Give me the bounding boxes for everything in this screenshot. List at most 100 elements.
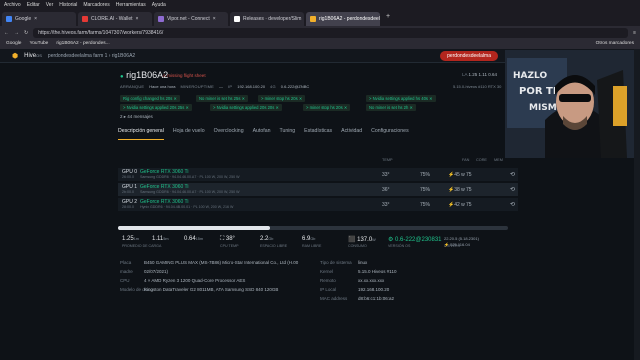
menu-item[interactable]: Editar: [27, 2, 40, 8]
stat-label: CPU TEMP: [220, 244, 239, 248]
svg-text:POR TI: POR TI: [519, 86, 557, 97]
tab-favicon-icon: [6, 16, 12, 22]
menu-item[interactable]: Historial: [59, 2, 77, 8]
stat-item: 0.6415m: [184, 236, 203, 242]
gpu-fan-icon[interactable]: ⟲: [510, 201, 515, 208]
gpu-power: ⚡45 w: [448, 172, 465, 178]
bookmark[interactable]: rig1B06A2 - perdondes...: [56, 41, 109, 48]
gpu-row[interactable]: GPU 1 2b:00.0 GeForce RTX 3060 Ti Samsung G…: [118, 183, 518, 196]
tab-favicon-icon: [158, 16, 164, 22]
gpu-details: Samsung GDDR6 · 94.04.46.00.A7 · PL 100 …: [140, 175, 240, 179]
browser-tab[interactable]: rig1B06A2 - perdondesdeelam×: [306, 12, 380, 26]
gpu-row[interactable]: GPU 0 26:00.0 GeForce RTX 3060 Ti Samsung G…: [118, 168, 518, 181]
stat-label: ESPACIO LIBRE: [260, 244, 288, 248]
tab-0[interactable]: Descripción general: [118, 128, 164, 140]
gpu-fan: 75%: [420, 187, 431, 193]
notification[interactable]: Rig config changed hs 20s ✕: [120, 95, 181, 102]
forward-icon[interactable]: →: [14, 30, 19, 36]
missing-flight-sheet-badge[interactable]: ⚠ missing flight sheet: [162, 73, 206, 79]
url-bar[interactable]: https://the.hiveos.farm/farms/1047307/wo…: [33, 28, 629, 38]
menu-icon[interactable]: ≡: [633, 30, 636, 36]
info-row: Tipo de sistema linux: [320, 260, 368, 265]
progress-fill: [118, 226, 271, 230]
stat-value: ⚙ 0.6-222@230831: [388, 237, 442, 243]
gpu-row[interactable]: GPU 2 28:00.0 GeForce RTX 3060 Ti Hynix GDD…: [118, 198, 518, 211]
browser-tab[interactable]: Releases · developer/Slim×: [230, 12, 304, 26]
rig-stats: 1.251m PROMEDIO DE CARGA 1.115m 0.6415m ⛶ 38…: [118, 236, 518, 252]
new-tab-icon[interactable]: +: [382, 12, 394, 26]
tab-3[interactable]: Autofan: [253, 128, 271, 140]
notification[interactable]: No miner is set hs 25s ✕: [196, 95, 249, 102]
bookmarks-bar: Google YouTube rig1B06A2 - perdondes... Otr…: [0, 40, 640, 49]
gpu-table-header: TEMP FAN CORE MEM: [382, 158, 503, 162]
tab-2[interactable]: Overclocking: [214, 128, 244, 140]
stat-value: ⛶ 38°: [220, 236, 235, 242]
gpu-fan-icon[interactable]: ⟲: [510, 186, 515, 193]
gpu-core: 75: [466, 202, 472, 208]
bookmark[interactable]: YouTube: [29, 41, 48, 48]
bookmark-other[interactable]: Otros marcadores: [596, 41, 634, 48]
bookmark[interactable]: Google: [6, 41, 21, 48]
tab-close-icon[interactable]: ×: [136, 16, 139, 22]
tab-close-icon[interactable]: ×: [34, 16, 37, 22]
progress-bar: [118, 226, 508, 230]
tab-1[interactable]: Hoja de vuelo: [173, 128, 205, 140]
system-info: Tipo de sistema linux Kernel 5.15.0 Hiveos …: [318, 260, 498, 310]
notification[interactable]: > miner stop hs 20s ✕: [258, 95, 306, 102]
load-average: LA 1.25 1.11 0.64: [462, 72, 497, 77]
browser-tab[interactable]: CLORE.AI - Wallet ×: [78, 12, 152, 26]
stat-value: ⬛ 137.0: [348, 237, 373, 243]
messages-link[interactable]: 2 ▸ 44 mensajes: [120, 114, 153, 120]
info-row: Modelo de discoKingston DataTraveler G2 …: [120, 287, 279, 292]
streamer-image: HAZLO POR TI MISMO: [505, 50, 640, 158]
stat-unit: 5m: [163, 237, 169, 241]
stat-label: CONSUMO: [348, 244, 367, 248]
gpu-core: 75: [466, 187, 472, 193]
browser-tab[interactable]: Vipor.net - Connect ×: [154, 12, 228, 26]
info-row: Placa B450 GAMING PLUS MAX (MS-7B86) Micr…: [120, 260, 299, 265]
notification[interactable]: > Nvidia settings applied hs 40s ✕: [366, 95, 436, 102]
stat-item: ⛶ 38° CPU TEMP: [220, 236, 239, 248]
stat-unit: 15m: [195, 237, 204, 241]
driver-version: ⚡ 525.116.04: [444, 242, 470, 247]
tab-close-icon[interactable]: ×: [213, 16, 216, 22]
notification[interactable]: > Nvidia settings applied 20s 20s ✕: [210, 104, 283, 111]
gpu-fan: 75%: [420, 172, 431, 178]
menu-item[interactable]: Archivo: [4, 2, 21, 8]
gpu-fan-icon[interactable]: ⟲: [510, 171, 515, 178]
notification[interactable]: No miner is set hs 2h ✕: [366, 104, 417, 111]
stat-value: 22.20.5 (5.18.2301): [444, 236, 479, 241]
menu-item[interactable]: Marcadores: [83, 2, 109, 8]
gpu-temp: 36°: [382, 187, 390, 193]
menu-item[interactable]: Herramientas: [116, 2, 146, 8]
tab-7[interactable]: Configuraciones: [371, 128, 409, 140]
tab-5[interactable]: Estadísticas: [304, 128, 332, 140]
browser-tab[interactable]: Google ×: [2, 12, 76, 26]
menu-item[interactable]: Ayuda: [152, 2, 166, 8]
kernel-meta: 5.15.0-hiveos #110 RTX 30: [453, 84, 502, 89]
gpu-power: ⚡42 w: [448, 202, 465, 208]
stat-item: 6.9Gb RAM LIBRE: [302, 236, 321, 248]
reload-icon[interactable]: ↻: [24, 30, 28, 36]
info-row: madre 02/07/2021): [120, 269, 169, 274]
gpu-fan: 75%: [420, 202, 431, 208]
menu-item[interactable]: Ver: [46, 2, 54, 8]
account-button[interactable]: perdondesdeelalma: [440, 50, 498, 61]
stat-unit: 1m: [133, 237, 139, 241]
tab-label: rig1B06A2 - perdondesdeelam: [319, 16, 380, 22]
notifications: Rig config changed hs 20s ✕ No miner is …: [118, 93, 506, 111]
gpu-sub: 26:00.0: [122, 175, 134, 179]
gpu-temp: 33°: [382, 172, 390, 178]
notification[interactable]: > miner stop hs 20s ✕: [303, 104, 351, 111]
tab-6[interactable]: Actividad: [341, 128, 362, 140]
breadcrumb[interactable]: perdondesdeelalma farm 1 › rig1B06A2: [48, 53, 135, 59]
tab-4[interactable]: Tuning: [279, 128, 295, 140]
back-icon[interactable]: ←: [4, 30, 9, 36]
rig-status-icon: ●: [120, 74, 124, 80]
notification[interactable]: > Nvidia settings applied 20s 25s ✕: [120, 104, 193, 111]
info-row: IP Local 192.168.100.20: [320, 287, 390, 292]
page-scrollbar[interactable]: [634, 49, 640, 360]
stat-item: 1.115m: [152, 236, 169, 242]
browser-tabbar: Google × CLORE.AI - Wallet × Vipor.net - Con…: [0, 10, 640, 26]
gpu-sub: 2b:00.0: [122, 190, 134, 194]
